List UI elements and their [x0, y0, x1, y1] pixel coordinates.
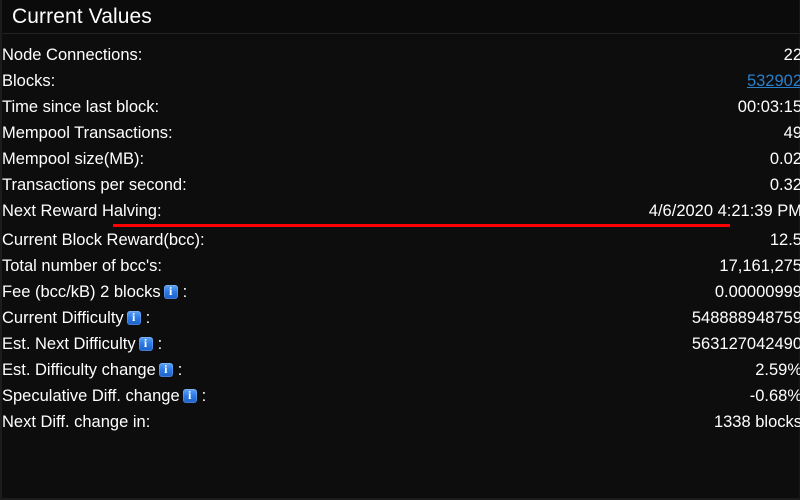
row-label: Mempool Transactions:	[2, 123, 173, 142]
table-row: Next Reward Halving: 4/6/2020 4:21:39 PM	[2, 198, 800, 224]
row-label: Current Difficulty	[2, 308, 124, 327]
row-label-cell: Total number of bcc's:	[2, 253, 422, 279]
table-row: Mempool size(MB): 0.02	[2, 146, 800, 172]
row-value: 0.02	[769, 149, 800, 168]
row-label-cell: Est. Next Difficulty:	[2, 331, 422, 357]
label-colon: :	[145, 308, 151, 327]
info-icon[interactable]	[138, 336, 153, 351]
row-label-cell: Est. Difficulty change:	[2, 357, 422, 383]
table-row: Current Block Reward(bcc): 12.5	[2, 227, 800, 253]
row-label: Next Reward Halving:	[2, 201, 162, 220]
row-value: 00:03:15	[737, 97, 800, 116]
table-row: Blocks: 532902	[2, 68, 800, 94]
info-icon[interactable]	[182, 388, 197, 403]
row-value-cell: 12.5	[422, 227, 800, 253]
current-values-panel: Current Values Node Connections: 22 Blocks…	[0, 0, 800, 500]
row-value: -0.68%	[749, 386, 800, 405]
info-icon[interactable]	[158, 362, 173, 377]
row-label: Speculative Diff. change	[2, 386, 180, 405]
panel-header: Current Values	[2, 0, 799, 34]
row-label-cell: Current Difficulty:	[2, 305, 422, 331]
row-label-cell: Blocks:	[2, 68, 422, 94]
panel-body: Node Connections: 22 Blocks: 532902 Time sin…	[2, 34, 800, 435]
info-icon[interactable]	[126, 310, 141, 325]
info-icon[interactable]	[163, 284, 178, 299]
row-label-cell: Node Connections:	[2, 42, 422, 68]
row-value-cell: 17,161,275	[422, 253, 800, 279]
row-value-cell: 0.00000999	[422, 279, 800, 305]
row-label: Total number of bcc's:	[2, 256, 162, 275]
row-label: Mempool size(MB):	[2, 149, 145, 168]
table-row: Total number of bcc's: 17,161,275	[2, 253, 800, 279]
row-label-cell: Transactions per second:	[2, 172, 422, 198]
block-height-link[interactable]: 532902	[747, 72, 800, 90]
table-row: Node Connections: 22	[2, 42, 800, 68]
row-label: Transactions per second:	[2, 175, 187, 194]
row-value-cell: 4/6/2020 4:21:39 PM	[422, 198, 800, 224]
row-value: 49	[783, 123, 800, 142]
label-colon: :	[177, 360, 183, 379]
row-value-cell: 532902	[422, 68, 800, 94]
row-value-cell: 1338 blocks	[422, 409, 800, 435]
row-value: 563127042490	[691, 334, 800, 353]
row-label-cell: Mempool Transactions:	[2, 120, 422, 146]
row-label: Current Block Reward(bcc):	[2, 230, 205, 249]
row-label-cell: Fee (bcc/kB) 2 blocks:	[2, 279, 422, 305]
table-row: Est. Next Difficulty: 563127042490	[2, 331, 800, 357]
row-value: 0.00000999	[714, 282, 800, 301]
row-value: 548888948759	[691, 308, 800, 327]
row-value-cell: 0.32	[422, 172, 800, 198]
table-row: Fee (bcc/kB) 2 blocks: 0.00000999	[2, 279, 800, 305]
row-label: Est. Next Difficulty	[2, 334, 136, 353]
row-value: 4/6/2020 4:21:39 PM	[648, 201, 800, 220]
label-colon: :	[182, 282, 188, 301]
row-value: 22	[783, 45, 800, 64]
row-label-cell: Time since last block:	[2, 94, 422, 120]
row-label: Est. Difficulty change	[2, 360, 156, 379]
row-value: 17,161,275	[719, 256, 800, 275]
row-value: 2.59%	[755, 360, 800, 379]
row-label: Next Diff. change in:	[2, 412, 151, 431]
row-value-cell: -0.68%	[422, 383, 800, 409]
row-value: 0.32	[769, 175, 800, 194]
row-value-cell: 563127042490	[422, 331, 800, 357]
row-value-cell: 548888948759	[422, 305, 800, 331]
row-value: 12.5	[769, 230, 800, 249]
row-label: Node Connections:	[2, 45, 143, 64]
row-value-cell: 00:03:15	[422, 94, 800, 120]
row-label-cell: Next Diff. change in:	[2, 409, 422, 435]
row-label-cell: Next Reward Halving:	[2, 198, 422, 224]
row-label: Fee (bcc/kB) 2 blocks	[2, 282, 161, 301]
table-row: Time since last block: 00:03:15	[2, 94, 800, 120]
row-value: 1338 blocks	[713, 412, 800, 431]
page-title: Current Values	[12, 5, 152, 28]
current-values-table: Node Connections: 22 Blocks: 532902 Time sin…	[2, 42, 800, 435]
row-value-cell: 22	[422, 42, 800, 68]
label-colon: :	[157, 334, 163, 353]
table-row: Est. Difficulty change: 2.59%	[2, 357, 800, 383]
table-row: Speculative Diff. change: -0.68%	[2, 383, 800, 409]
row-value-cell: 0.02	[422, 146, 800, 172]
row-value-cell: 2.59%	[422, 357, 800, 383]
table-row: Transactions per second: 0.32	[2, 172, 800, 198]
row-label-cell: Speculative Diff. change:	[2, 383, 422, 409]
row-label: Blocks:	[2, 71, 56, 90]
row-value-cell: 49	[422, 120, 800, 146]
label-colon: :	[201, 386, 207, 405]
table-row: Current Difficulty: 548888948759	[2, 305, 800, 331]
row-label-cell: Current Block Reward(bcc):	[2, 227, 422, 253]
table-row: Next Diff. change in: 1338 blocks	[2, 409, 800, 435]
row-label: Time since last block:	[2, 97, 160, 116]
table-row: Mempool Transactions: 49	[2, 120, 800, 146]
row-label-cell: Mempool size(MB):	[2, 146, 422, 172]
